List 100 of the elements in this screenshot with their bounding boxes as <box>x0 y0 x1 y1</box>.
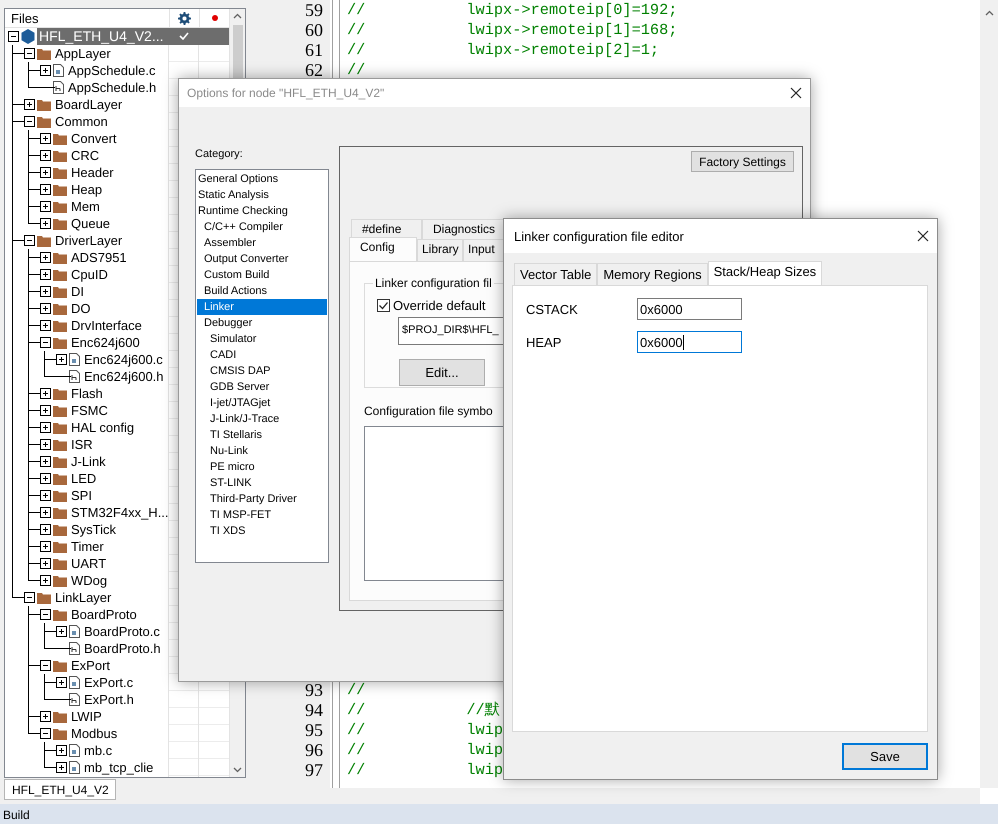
collapse-icon[interactable] <box>24 48 34 59</box>
scrollbar[interactable] <box>980 0 998 788</box>
tab[interactable]: Stack/Heap Sizes <box>708 261 822 285</box>
expand-icon[interactable] <box>56 677 66 688</box>
close-icon[interactable] <box>917 230 929 242</box>
expand-icon[interactable] <box>40 269 50 280</box>
category-item[interactable]: Linker <box>197 299 327 315</box>
close-icon[interactable] <box>790 87 802 99</box>
factory-settings-button[interactable]: Factory Settings <box>691 151 794 172</box>
expand-icon[interactable] <box>40 711 50 722</box>
category-item[interactable]: Static Analysis <box>197 187 327 203</box>
expand-icon[interactable] <box>40 184 50 195</box>
expand-icon[interactable] <box>40 167 50 178</box>
category-item[interactable]: Assembler <box>197 235 327 251</box>
expand-icon[interactable] <box>40 524 50 535</box>
tab[interactable]: Config <box>349 237 417 261</box>
category-item[interactable]: CADI <box>197 347 327 363</box>
category-item[interactable]: Build Actions <box>197 283 327 299</box>
category-item[interactable]: I-jet/JTAGjet <box>197 395 327 411</box>
category-item[interactable]: TI XDS <box>197 523 327 539</box>
expand-icon[interactable] <box>40 473 50 484</box>
scrollbar[interactable] <box>258 788 980 804</box>
expand-icon[interactable] <box>40 320 50 331</box>
tab[interactable]: #define <box>351 219 422 239</box>
input-field[interactable]: 0x6000 <box>637 298 742 320</box>
expand-icon[interactable] <box>40 150 50 161</box>
category-item[interactable]: TI Stellaris <box>197 427 327 443</box>
document-icon <box>69 676 80 689</box>
expand-icon[interactable] <box>40 575 50 586</box>
expand-icon[interactable] <box>40 490 50 501</box>
expand-icon[interactable] <box>40 201 50 212</box>
folder-icon <box>53 150 67 162</box>
expand-icon[interactable] <box>40 133 50 144</box>
expand-icon[interactable] <box>40 286 50 297</box>
expand-icon[interactable] <box>56 354 66 365</box>
expand-icon[interactable] <box>24 99 34 110</box>
section-label: Configuration file symbo <box>364 404 494 420</box>
category-item[interactable]: TI MSP-FET <box>197 507 327 523</box>
checkbox[interactable] <box>377 299 390 312</box>
scroll-up-icon[interactable] <box>984 10 994 16</box>
folder-icon <box>53 286 67 298</box>
category-item[interactable]: Output Converter <box>197 251 327 267</box>
expand-icon[interactable] <box>56 626 66 637</box>
line-number: 62 <box>304 60 323 80</box>
category-item[interactable]: Custom Build <box>197 267 327 283</box>
code-line: // lwipx->remoteip[0]=192; <box>347 0 678 20</box>
tab[interactable]: Library <box>417 239 463 261</box>
tab[interactable]: Vector Table <box>514 263 598 285</box>
collapse-icon[interactable] <box>24 235 34 246</box>
expand-icon[interactable] <box>40 388 50 399</box>
category-item[interactable]: Third-Party Driver <box>197 491 327 507</box>
collapse-icon[interactable] <box>40 337 50 348</box>
tree-item[interactable]: HFL_ETH_U4_V2... <box>37 28 229 45</box>
category-item[interactable]: GDB Server <box>197 379 327 395</box>
category-item[interactable]: General Options <box>197 171 327 187</box>
collapse-icon[interactable] <box>40 660 50 671</box>
expand-icon[interactable] <box>40 541 50 552</box>
category-item[interactable]: C/C++ Compiler <box>197 219 327 235</box>
expand-icon[interactable] <box>40 218 50 229</box>
tree-item[interactable]: AppSchedule.c <box>66 62 229 79</box>
expand-icon[interactable] <box>40 252 50 263</box>
tree-item[interactable]: LWIP <box>69 708 229 725</box>
document-icon <box>69 744 80 757</box>
workspace-tab[interactable]: HFL_ETH_U4_V2 <box>4 779 116 800</box>
expand-icon[interactable] <box>40 558 50 569</box>
expand-icon[interactable] <box>40 303 50 314</box>
tree-item[interactable]: Modbus <box>69 725 229 742</box>
input-field[interactable]: 0x6000 <box>637 331 742 353</box>
expand-icon[interactable] <box>40 456 50 467</box>
category-item[interactable]: Simulator <box>197 331 327 347</box>
code-line: // lwip <box>347 720 504 740</box>
category-item[interactable]: Debugger <box>197 315 327 331</box>
tree-item[interactable]: AppLayer <box>53 45 229 62</box>
tree-item[interactable]: mb.c <box>82 742 229 759</box>
tab[interactable]: Memory Regions <box>597 263 708 285</box>
tree-item[interactable]: ExPort.h <box>82 691 229 708</box>
category-item[interactable]: CMSIS DAP <box>197 363 327 379</box>
expand-icon[interactable] <box>40 422 50 433</box>
category-item[interactable]: Runtime Checking <box>197 203 327 219</box>
collapse-icon[interactable] <box>40 728 50 739</box>
expand-icon[interactable] <box>40 65 50 76</box>
edit-button[interactable]: Edit... <box>399 359 485 386</box>
collapse-icon[interactable] <box>24 116 34 127</box>
category-item[interactable]: Nu-Link <box>197 443 327 459</box>
category-item[interactable]: ST-LINK <box>197 475 327 491</box>
expand-icon[interactable] <box>56 762 66 773</box>
collapse-icon[interactable] <box>24 592 34 603</box>
expand-icon[interactable] <box>56 745 66 756</box>
scroll-up-icon[interactable] <box>233 13 242 19</box>
category-item[interactable]: PE micro <box>197 459 327 475</box>
expand-icon[interactable] <box>40 405 50 416</box>
scroll-down-icon[interactable] <box>233 767 242 773</box>
collapse-icon[interactable] <box>40 609 50 620</box>
category-item[interactable]: J-Link/J-Trace <box>197 411 327 427</box>
collapse-icon[interactable] <box>8 31 18 42</box>
folder-icon <box>53 558 67 570</box>
expand-icon[interactable] <box>40 507 50 518</box>
expand-icon[interactable] <box>40 439 50 450</box>
save-button[interactable]: Save <box>842 743 928 770</box>
tree-item[interactable]: mb_tcp_clie <box>82 759 229 776</box>
